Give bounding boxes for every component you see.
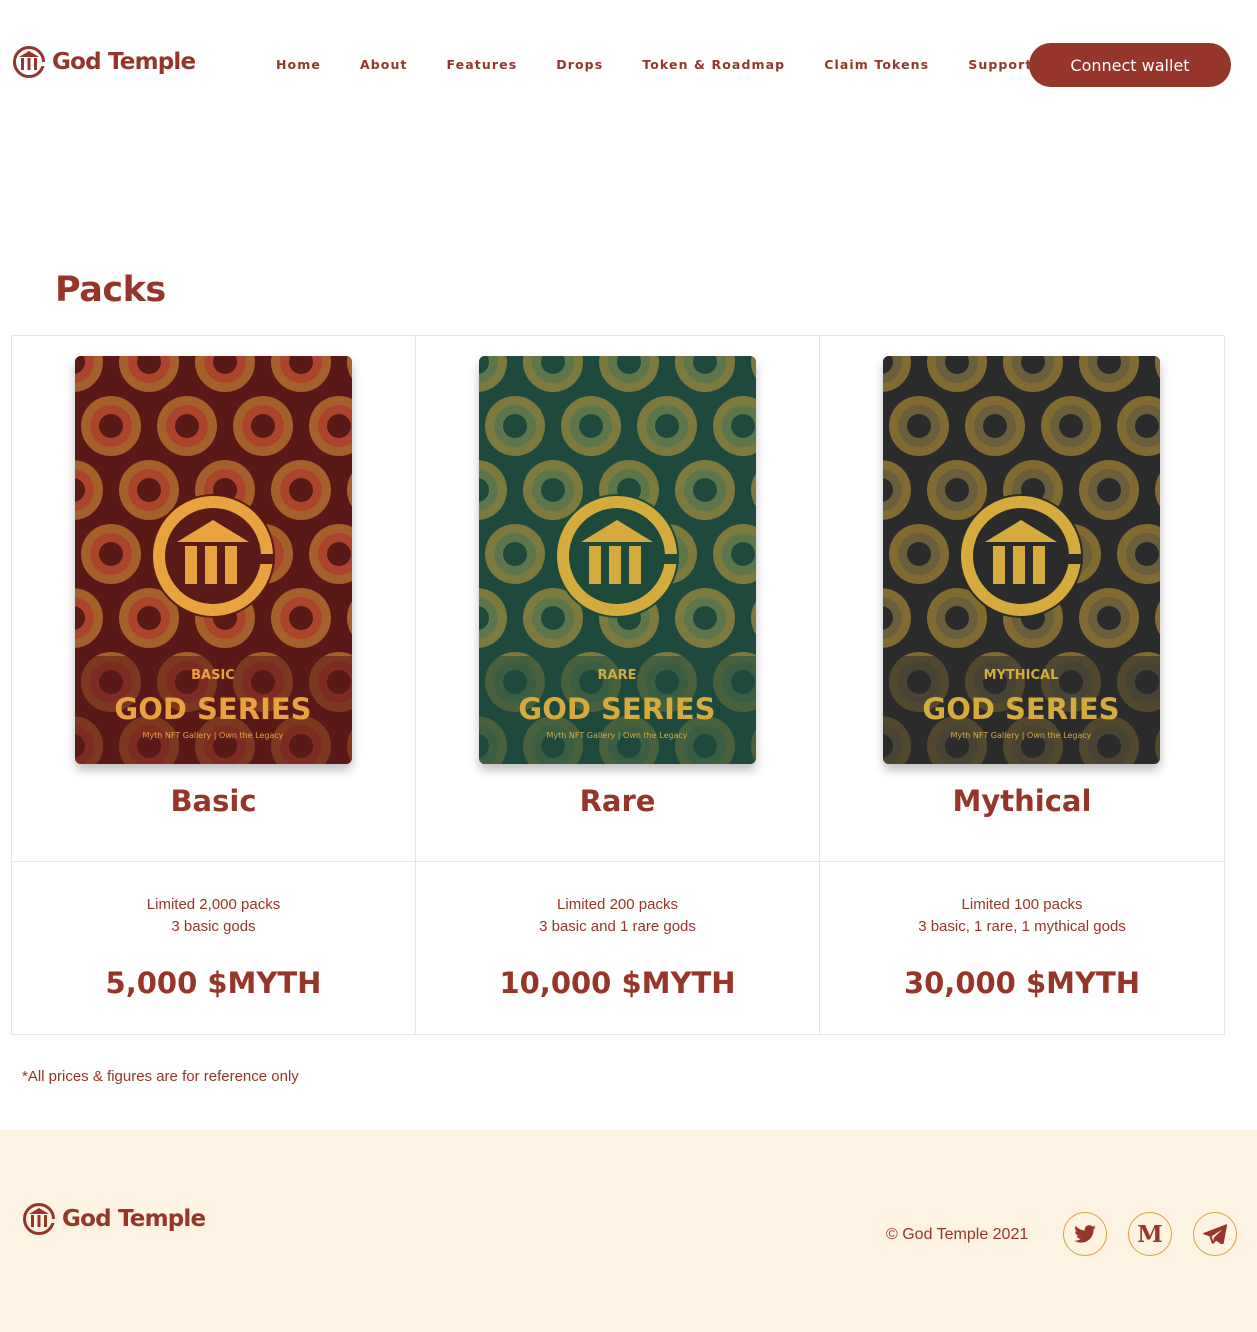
svg-text:Myth NFT Gallery | Own the L: Myth NFT Gallery | Own the Legacy [546,731,687,740]
nav-drops[interactable]: Drops [556,57,603,72]
pack-description: Limited 100 packs 3 basic, 1 rare, 1 myt… [820,894,1224,938]
pack-card-rare[interactable]: RARE GOD SERIES Myth NFT Gallery | Own the… [416,336,820,862]
pack-artwork: RARE GOD SERIES Myth NFT Gallery | Own the… [479,356,756,764]
pack-contents: 3 basic gods [171,918,256,935]
pack-contents: 3 basic, 1 rare, 1 mythical gods [918,918,1126,935]
medium-icon: M [1137,1220,1163,1248]
packs-title: Packs [55,270,166,310]
svg-text:Myth NFT Gallery | Own the L: Myth NFT Gallery | Own the Legacy [142,731,283,740]
pack-details-mythical: Limited 100 packs 3 basic, 1 rare, 1 myt… [820,862,1224,1034]
pack-name: Basic [170,784,257,818]
medium-link[interactable]: M [1128,1212,1172,1256]
pack-artwork: BASIC GOD SERIES Myth NFT Gallery | Own th… [75,356,352,764]
pack-details-basic: Limited 2,000 packs 3 basic gods 5,000 $… [12,862,416,1034]
pack-price: 30,000 $MYTH [903,966,1141,1000]
pack-limit: Limited 2,000 packs [146,896,281,913]
nav-token-roadmap[interactable]: Token & Roadmap [642,57,785,72]
packs-grid: BASIC GOD SERIES Myth NFT Gallery | Own th… [11,335,1225,1035]
temple-logo-icon [13,46,45,78]
pack-price: 5,000 $MYTH [105,966,322,1000]
nav-claim-tokens[interactable]: Claim Tokens [824,57,929,72]
pack-card-basic[interactable]: BASIC GOD SERIES Myth NFT Gallery | Own th… [12,336,416,862]
footer-logo[interactable]: God Temple [22,1202,206,1236]
svg-text:Myth NFT Gallery | Own the L: Myth NFT Gallery | Own the Legacy [950,731,1091,740]
pack-name: Rare [579,784,656,818]
telegram-link[interactable] [1193,1212,1237,1256]
pack-contents: 3 basic and 1 rare gods [539,918,696,935]
temple-logo-icon [23,1203,55,1235]
nav-about[interactable]: About [360,57,408,72]
nav-features[interactable]: Features [447,57,518,72]
svg-text:GOD SERIES: GOD SERIES [518,692,715,726]
svg-text:RARE: RARE [598,668,637,683]
pack-description: Limited 200 packs 3 basic and 1 rare god… [416,894,819,938]
telegram-icon [1203,1224,1227,1244]
pack-artwork: MYTHICAL GOD SERIES Myth NFT Gallery | Own… [883,356,1160,764]
pack-card-mythical[interactable]: MYTHICAL GOD SERIES Myth NFT Gallery | Own… [820,336,1224,862]
brand-name: God Temple [62,1206,206,1232]
price-disclaimer: *All prices & figures are for reference … [22,1068,299,1085]
nav-home[interactable]: Home [276,57,321,72]
nav-support[interactable]: Support [968,57,1032,72]
twitter-link[interactable] [1063,1212,1107,1256]
pack-image-mythical: MYTHICAL GOD SERIES Myth NFT Gallery | Own… [883,356,1160,764]
pack-image-basic: BASIC GOD SERIES Myth NFT Gallery | Own th… [75,356,352,764]
pack-image-rare: RARE GOD SERIES Myth NFT Gallery | Own the… [479,356,756,764]
pack-name: Mythical [952,784,1092,818]
site-footer: God Temple © God Temple 2021 M [0,1130,1257,1332]
pack-price: 10,000 $MYTH [499,966,736,1000]
site-header: God Temple Home About Features Drops Tok… [0,0,1257,128]
header-logo[interactable]: God Temple [12,45,196,79]
twitter-icon [1074,1225,1096,1243]
svg-text:MYTHICAL: MYTHICAL [984,668,1059,683]
pack-details-rare: Limited 200 packs 3 basic and 1 rare god… [416,862,820,1034]
pack-limit: Limited 100 packs [961,896,1083,913]
main-nav: Home About Features Drops Token & Roadma… [276,57,1071,72]
svg-text:BASIC: BASIC [191,668,235,683]
pack-limit: Limited 200 packs [557,896,678,913]
pack-description: Limited 2,000 packs 3 basic gods [12,894,415,938]
connect-wallet-button[interactable]: Connect wallet [1029,43,1231,87]
svg-text:GOD SERIES: GOD SERIES [114,692,311,726]
copyright-text: © God Temple 2021 [886,1226,1029,1243]
brand-name: God Temple [52,49,196,75]
svg-text:GOD SERIES: GOD SERIES [922,692,1119,726]
